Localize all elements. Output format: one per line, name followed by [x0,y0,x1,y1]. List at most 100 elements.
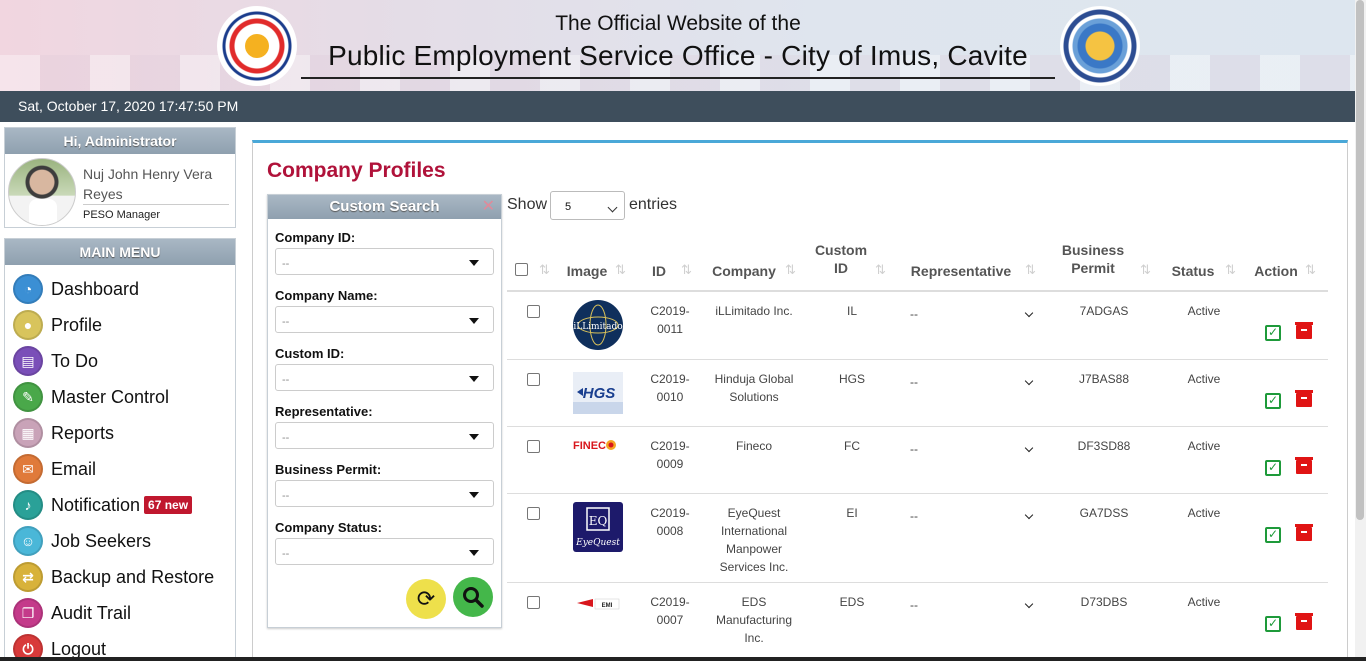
custom-id-label: Custom ID: [275,346,345,361]
sort-icon[interactable]: ⇅ [1305,262,1316,278]
sidebar-item-label: Reports [51,422,115,443]
company-logo-hgs: HGS [573,372,623,414]
sort-icon[interactable]: ⇅ [1025,262,1036,278]
edit-icon[interactable]: ✓ [1265,325,1281,341]
representative-select[interactable]: -- [275,422,494,449]
select-all-checkbox[interactable] [515,263,528,276]
vertical-scrollbar-thumb[interactable] [1356,0,1364,520]
sidebar-item-label: Backup and Restore [51,566,215,587]
notification-count-badge: 67 new [144,496,193,514]
entries-per-page-select[interactable]: 5 [550,191,625,220]
representative-select[interactable]: -- [910,509,1036,529]
sort-icon[interactable]: ⇅ [615,262,626,278]
document-icon: ▤ [13,346,43,376]
row-company: EDS Manufacturing Inc. [715,595,793,645]
sidebar-item-todo[interactable]: ▤ To Do [13,344,233,378]
company-logo-illimitado: iLLimitado [573,300,623,350]
edit-icon[interactable]: ✓ [1265,393,1281,409]
delete-icon[interactable] [1295,390,1313,407]
column-action[interactable]: Action [1251,262,1301,280]
row-checkbox[interactable] [527,507,540,520]
row-checkbox[interactable] [527,440,540,453]
sidebar-item-reports[interactable]: ▦ Reports [13,416,233,450]
delete-icon[interactable] [1295,457,1313,474]
custom-id-select[interactable]: -- [275,364,494,391]
company-name-select[interactable]: -- [275,306,494,333]
sort-icon[interactable]: ⇅ [1140,262,1151,278]
user-greeting: Hi, Administrator [5,128,235,154]
refresh-button[interactable]: ⟳ [406,579,446,619]
group-icon: ☺ [13,526,43,556]
svg-text:EyeQuest: EyeQuest [575,538,620,548]
seal-center [245,34,269,58]
row-checkbox[interactable] [527,305,540,318]
company-name-label: Company Name: [275,288,378,303]
sort-icon[interactable]: ⇅ [681,262,692,278]
sidebar-item-master-control[interactable]: ✎ Master Control [13,380,233,414]
company-status-select[interactable]: -- [275,538,494,565]
sidebar-item-notification[interactable]: ♪ Notification 67 new [13,488,233,522]
sidebar-item-label: Email [51,458,97,479]
column-status[interactable]: Status [1167,262,1219,280]
row-business-permit: 7ADGAS [1079,304,1129,318]
copy-icon: ❐ [13,598,43,628]
sidebar-item-dashboard[interactable]: ◔ Dashboard [13,272,233,306]
close-icon[interactable]: ✕ [482,195,495,219]
sort-icon[interactable]: ⇅ [1225,262,1236,278]
business-permit-label: Business Permit: [275,462,382,477]
row-company: iLLimitado Inc. [715,304,793,318]
company-logo-eds: EMI [577,598,620,610]
column-id[interactable]: ID [647,262,671,280]
delete-icon[interactable] [1295,613,1313,630]
column-representative[interactable]: Representative [904,262,1018,280]
svg-text:HGS: HGS [583,385,616,402]
row-id: C2019-0008 [650,506,690,538]
row-checkbox[interactable] [527,596,540,609]
company-status-label: Company Status: [275,520,382,535]
window-bottom-edge [0,657,1366,661]
representative-select[interactable]: -- [910,307,1036,327]
svg-text:EQ: EQ [589,514,608,528]
imus-city-seal-logo [1060,6,1140,86]
sort-icon[interactable]: ⇅ [875,262,886,278]
company-id-select[interactable]: -- [275,248,494,275]
sidebar-item-audit-trail[interactable]: ❐ Audit Trail [13,596,233,630]
column-business-permit[interactable]: Business Permit [1055,241,1131,277]
sidebar-item-label: To Do [51,350,99,371]
user-icon: ● [13,310,43,340]
refresh-icon: ⟳ [416,586,436,611]
sort-icon[interactable]: ⇅ [539,262,550,278]
business-permit-select[interactable]: -- [275,480,494,507]
row-checkbox[interactable] [527,373,540,386]
header-title: Public Employment Service Office - City … [328,40,1028,71]
edit-icon[interactable]: ✓ [1265,616,1281,632]
edit-icon[interactable]: ✓ [1265,527,1281,543]
current-datetime: Sat, October 17, 2020 17:47:50 PM [18,98,239,114]
representative-label: Representative: [275,404,373,419]
sidebar-item-label: Job Seekers [51,530,152,551]
sort-icon[interactable]: ⇅ [785,262,796,278]
sidebar-item-job-seekers[interactable]: ☺ Job Seekers [13,524,233,558]
sidebar-item-email[interactable]: ✉ Email [13,452,233,486]
search-button[interactable] [453,577,493,617]
column-custom-id[interactable]: Custom ID [811,241,871,277]
column-company[interactable]: Company [709,262,779,280]
row-status: Active [1187,304,1221,318]
representative-select[interactable]: -- [910,442,1036,462]
envelope-icon: ✉ [13,454,43,484]
representative-value: -- [910,509,918,523]
column-image[interactable]: Image [564,262,610,280]
row-company: EyeQuest International Manpower Services… [719,506,789,574]
user-panel: Hi, Administrator Nuj John Henry Vera Re… [4,127,236,228]
row-custom-id: IL [846,304,857,318]
representative-select[interactable]: -- [910,598,1036,618]
representative-select[interactable]: -- [910,375,1036,395]
edit-icon[interactable]: ✓ [1265,460,1281,476]
delete-icon[interactable] [1295,322,1313,339]
sidebar-item-backup-restore[interactable]: ⇄ Backup and Restore [13,560,233,594]
dashboard-icon: ◔ [13,274,43,304]
delete-icon[interactable] [1295,524,1313,541]
row-business-permit: GA7DSS [1079,506,1129,520]
sidebar-item-label: Dashboard [51,278,140,299]
sidebar-item-profile[interactable]: ● Profile [13,308,233,342]
